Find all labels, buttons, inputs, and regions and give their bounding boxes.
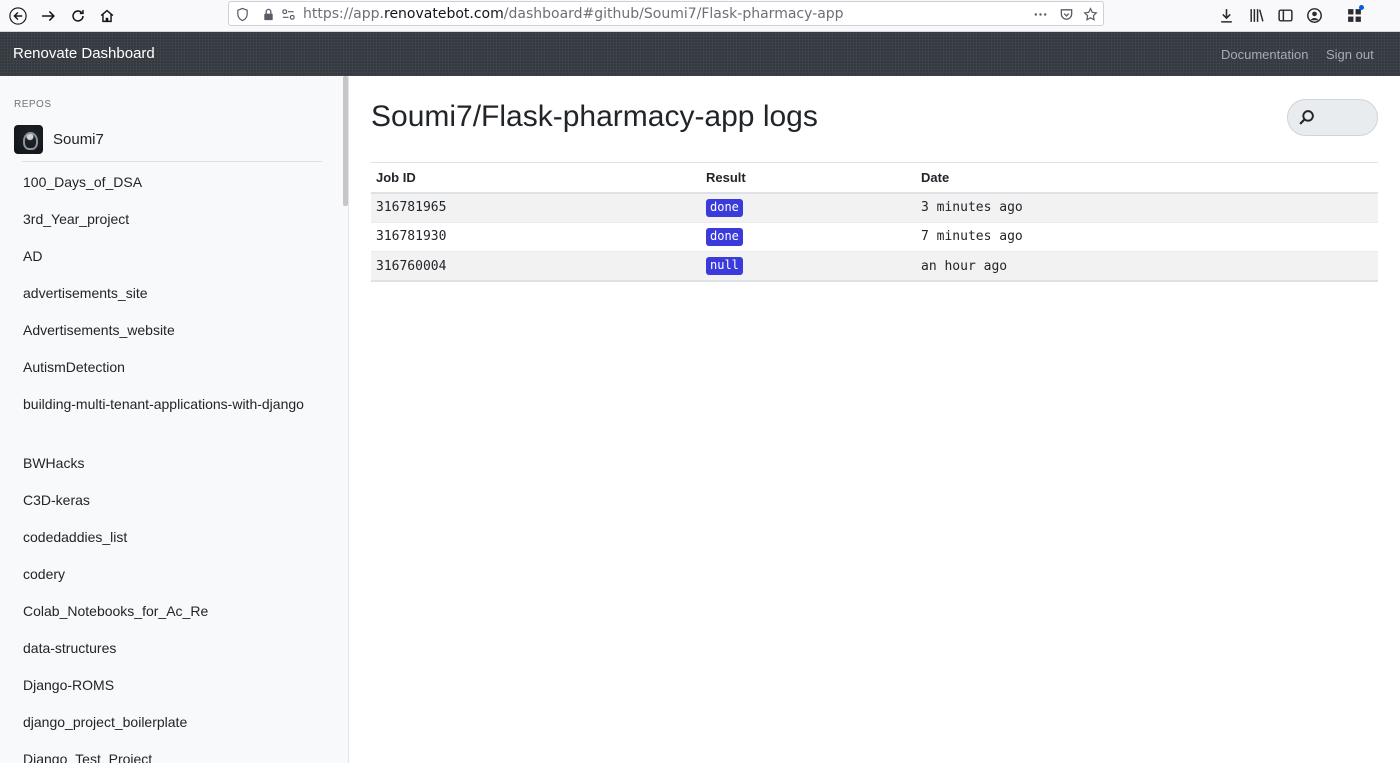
repo-label: Advertisements_website — [23, 322, 175, 338]
repo-label: C3D-keras — [23, 492, 90, 508]
org-item[interactable]: Soumi7 — [14, 125, 324, 155]
sidebar-item-repo[interactable]: codery — [0, 564, 340, 601]
date-cell: 3 minutes ago — [916, 192, 1378, 222]
lock-icon[interactable] — [259, 5, 277, 23]
forward-arrow-icon[interactable] — [34, 2, 62, 30]
repo-label: django_project_boilerplate — [23, 714, 188, 730]
sidebar-item-repo[interactable]: django_project_boilerplate — [0, 712, 340, 749]
table-header-row: Job ID Result Date — [371, 162, 1378, 194]
shield-icon[interactable] — [233, 5, 251, 23]
extensions-icon[interactable] — [1342, 3, 1366, 27]
repo-label: 3rd_Year_project — [23, 211, 130, 227]
sidebar-item-repo[interactable]: 100_Days_of_DSA — [0, 172, 340, 209]
more-icon[interactable] — [1031, 5, 1049, 23]
avatar — [14, 125, 43, 154]
sidebar-item-repo[interactable]: Advertisements_website — [0, 320, 340, 357]
job-id-cell: 316781965 — [371, 192, 701, 222]
repo-label: BWHacks — [23, 455, 85, 471]
sidebar-item-repo[interactable]: BWHacks — [0, 453, 340, 490]
sidebar-item-repo[interactable]: Django-ROMS — [0, 675, 340, 712]
bookmark-star-icon[interactable] — [1081, 5, 1099, 23]
download-icon[interactable] — [1214, 3, 1238, 27]
table-row[interactable]: 316781930 done 7 minutes ago — [371, 221, 1378, 252]
sidebar-heading: REPOS — [14, 99, 52, 110]
home-icon[interactable] — [93, 2, 121, 30]
sidebar-item-repo[interactable]: data-structures — [0, 638, 340, 675]
sidebar-item-repo[interactable]: AD — [0, 246, 340, 283]
date-cell: 7 minutes ago — [916, 221, 1378, 252]
column-header-date[interactable]: Date — [916, 162, 1378, 194]
pocket-icon[interactable] — [1057, 5, 1075, 23]
reload-icon[interactable] — [64, 2, 92, 30]
org-name: Soumi7 — [53, 131, 104, 148]
sidebar-item-repo[interactable]: Django_Test_Project — [0, 749, 340, 763]
status-badge: done — [706, 227, 743, 246]
sidebar: REPOS Soumi7 100_Days_of_DSA 3rd_Year_pro… — [0, 76, 349, 763]
repo-label: AutismDetection — [23, 359, 125, 375]
column-header-result[interactable]: Result — [701, 162, 916, 194]
repo-list: 100_Days_of_DSA 3rd_Year_project AD adverti… — [0, 172, 340, 763]
job-id-cell: 316760004 — [371, 251, 701, 281]
result-cell: null — [701, 251, 916, 281]
back-arrow-icon[interactable] — [4, 2, 32, 30]
repo-label: AD — [23, 248, 43, 264]
sign-out-link[interactable]: Sign out — [1326, 47, 1374, 62]
library-icon[interactable] — [1244, 3, 1268, 27]
logs-table: Job ID Result Date 316781965 done 3 minute… — [371, 162, 1378, 282]
documentation-link[interactable]: Documentation — [1221, 47, 1308, 62]
divider — [22, 161, 322, 162]
repo-label: Django-ROMS — [23, 677, 115, 693]
sidebar-item-repo[interactable]: C3D-keras — [0, 490, 340, 527]
address-bar[interactable]: https://app.renovatebot.com/dashboard#gi… — [228, 1, 1104, 26]
sidebar-item-repo[interactable]: codedaddies_list — [0, 527, 340, 564]
result-cell: done — [701, 192, 916, 222]
browser-toolbar: https://app.renovatebot.com/dashboard#gi… — [0, 0, 1400, 32]
search-button[interactable] — [1287, 99, 1378, 136]
main-content: Soumi7/Flask-pharmacy-app logs Job ID Re… — [349, 76, 1400, 763]
repo-label: Colab_Notebooks_for_Ac_Re — [23, 603, 209, 619]
account-icon[interactable] — [1302, 3, 1326, 27]
sidebar-item-repo[interactable]: advertisements_site — [0, 283, 340, 320]
column-header-job-id[interactable]: Job ID — [371, 162, 701, 194]
table-row[interactable]: 316760004 null an hour ago — [371, 251, 1378, 281]
table-row[interactable]: 316781965 done 3 minutes ago — [371, 192, 1378, 222]
notification-dot — [1359, 5, 1364, 10]
sidebar-scrollbar[interactable] — [343, 76, 348, 206]
repo-label: codedaddies_list — [23, 529, 128, 545]
repo-label: building-multi-tenant-applications-with-… — [23, 396, 304, 412]
sidebar-item-repo[interactable]: building-multi-tenant-applications-with-… — [0, 394, 340, 453]
sidebar-item-repo[interactable]: Colab_Notebooks_for_Ac_Re — [0, 601, 340, 638]
repo-label: data-structures — [23, 640, 117, 656]
repo-label: advertisements_site — [23, 285, 148, 301]
result-cell: done — [701, 221, 916, 252]
repo-label: 100_Days_of_DSA — [23, 174, 143, 190]
app-navbar: Renovate Dashboard Documentation Sign ou… — [0, 32, 1400, 76]
permissions-icon[interactable] — [279, 5, 297, 23]
sidebar-item-repo[interactable]: AutismDetection — [0, 357, 340, 394]
search-icon — [1299, 110, 1314, 125]
status-badge: null — [706, 257, 743, 275]
job-id-cell: 316781930 — [371, 221, 701, 252]
brand-link[interactable]: Renovate Dashboard — [13, 45, 155, 62]
repo-label: codery — [23, 566, 66, 582]
page-title: Soumi7/Flask-pharmacy-app logs — [371, 100, 818, 133]
date-cell: an hour ago — [916, 251, 1378, 281]
sidebar-item-repo[interactable]: 3rd_Year_project — [0, 209, 340, 246]
url-text: https://app.renovatebot.com/dashboard#gi… — [303, 6, 844, 22]
repo-label: Django_Test_Project — [23, 751, 153, 763]
status-badge: done — [706, 198, 743, 217]
sidebar-icon[interactable] — [1273, 3, 1297, 27]
